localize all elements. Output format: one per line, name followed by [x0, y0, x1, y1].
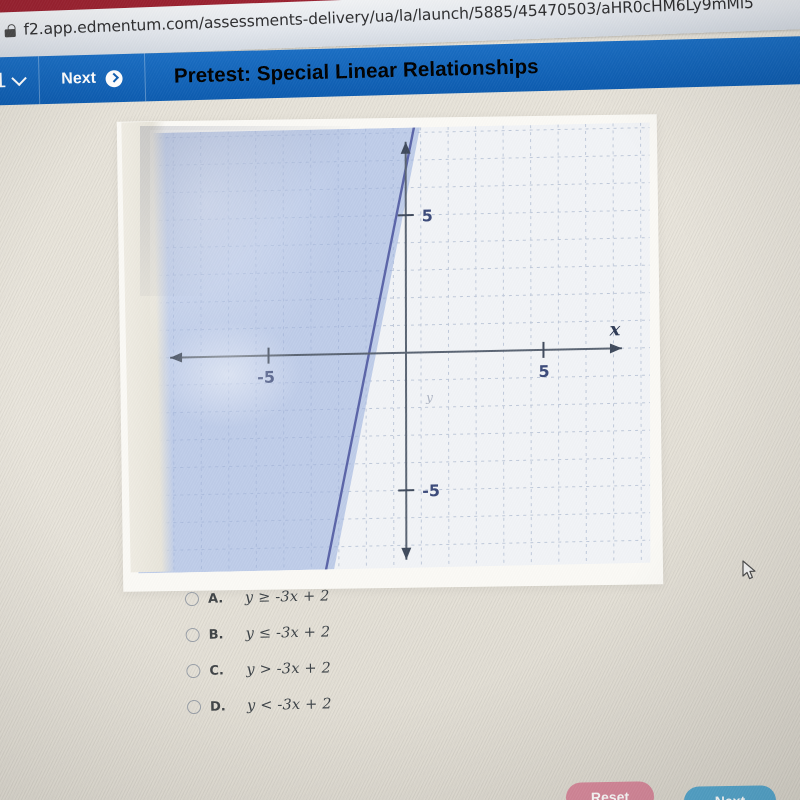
radio-button-c[interactable]	[186, 663, 201, 679]
circle-arrow-right-icon	[105, 69, 124, 87]
radio-button-a[interactable]	[184, 591, 200, 607]
y-tick-label-neg5: -5	[422, 481, 440, 500]
y-axis-label: y	[425, 390, 433, 404]
option-expression-a: y ≥ -3x + 2	[244, 588, 330, 607]
graph-svg: -5 5 5 -5 x y	[137, 122, 651, 574]
assessment-title: Pretest: Special Linear Relationships	[173, 55, 539, 88]
option-letter-d: D.	[209, 698, 226, 715]
x-tick-label-neg5: -5	[257, 367, 275, 386]
option-letter-b: B.	[208, 626, 224, 643]
y-tick-label-5: 5	[422, 206, 433, 225]
option-expression-d: y < -3x + 2	[246, 696, 332, 715]
option-row-d[interactable]: D. y < -3x + 2	[186, 683, 518, 725]
question-number-label: 1	[0, 69, 7, 93]
x-axis-label: x	[609, 319, 621, 340]
chevron-down-icon	[10, 70, 27, 86]
radio-button-d[interactable]	[186, 699, 202, 715]
reset-button[interactable]: Reset	[565, 781, 655, 800]
mouse-pointer-icon	[742, 560, 758, 582]
answer-options-list: A. y ≥ -3x + 2 B. y ≤ -3x + 2 C. y > -3x…	[184, 575, 518, 725]
option-letter-c: C.	[209, 662, 224, 679]
inequality-graph: -5 5 5 -5 x y	[137, 122, 651, 574]
option-expression-b: y ≤ -3x + 2	[245, 624, 331, 643]
option-expression-c: y > -3x + 2	[246, 660, 332, 679]
next-button[interactable]: Next	[39, 53, 146, 104]
radio-button-b[interactable]	[185, 627, 200, 643]
question-number-dropdown[interactable]: 1	[0, 56, 39, 106]
option-letter-a: A.	[207, 590, 224, 607]
submit-button[interactable]: Next	[683, 785, 777, 800]
next-button-label: Next	[61, 69, 97, 88]
screenshot-root: f2.app.edmentum.com/assessments-delivery…	[0, 0, 800, 800]
lock-icon	[4, 23, 16, 37]
x-tick-label-5: 5	[538, 362, 549, 381]
